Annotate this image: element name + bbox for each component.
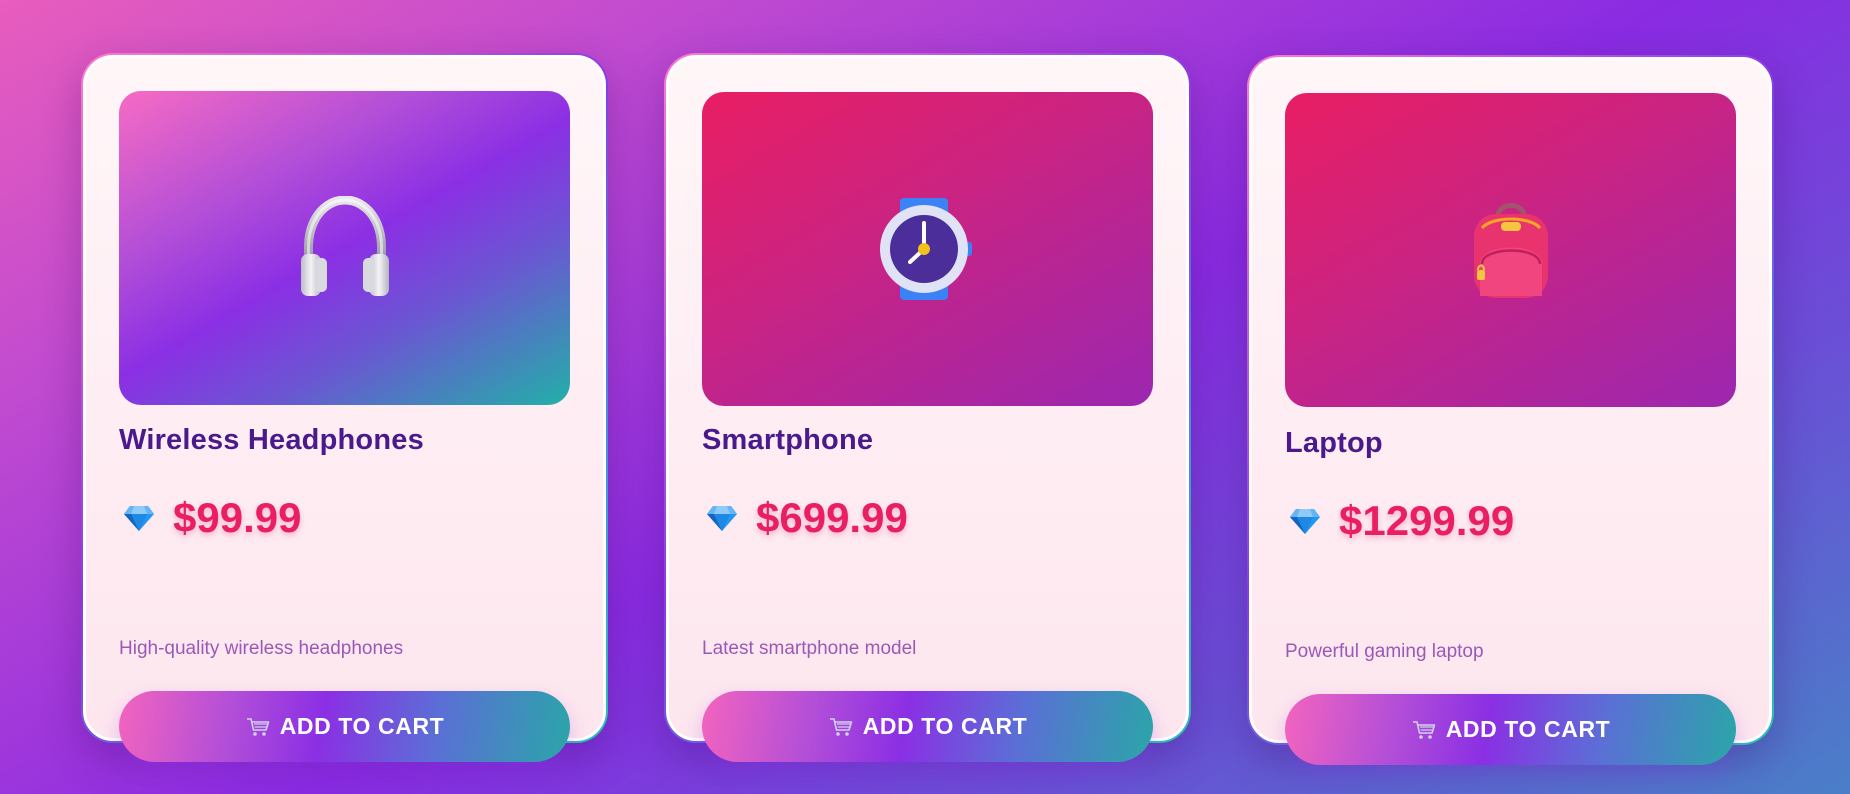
watch-icon <box>879 196 976 302</box>
product-price: $699.99 <box>756 494 908 541</box>
product-card-wireless-headphones: Wireless Headphones $99.99 High-quality … <box>81 53 608 762</box>
product-description: Latest smartphone model <box>702 638 917 659</box>
product-card-body: Laptop $1299.99 Powerful gaming laptop A… <box>1249 57 1772 765</box>
add-to-cart-label: ADD TO CART <box>279 713 445 739</box>
product-card-smartphone: Smartphone $699.99 Latest smartphone mod… <box>664 53 1191 762</box>
product-description: Powerful gaming laptop <box>1285 641 1484 662</box>
add-to-cart-button[interactable]: ADD TO CART <box>1285 694 1736 765</box>
gem-icon <box>119 498 159 538</box>
headphone-icon <box>295 196 395 300</box>
add-to-cart-label: ADD TO CART <box>1445 716 1611 742</box>
product-name: Smartphone <box>702 424 874 456</box>
product-image <box>702 92 1153 406</box>
price-row: $699.99 <box>702 488 908 548</box>
add-to-cart-label: ADD TO CART <box>862 713 1028 739</box>
gem-icon <box>702 498 742 538</box>
gem-icon <box>1285 501 1325 541</box>
add-to-cart-button[interactable]: ADD TO CART <box>119 691 570 762</box>
product-card-body: Wireless Headphones $99.99 High-quality … <box>83 55 606 762</box>
price-row: $99.99 <box>119 488 301 548</box>
product-card-body: Smartphone $699.99 Latest smartphone mod… <box>666 55 1189 762</box>
cart-icon <box>828 716 854 738</box>
add-to-cart-button[interactable]: ADD TO CART <box>702 691 1153 762</box>
product-image <box>1285 93 1736 407</box>
product-image <box>119 91 570 405</box>
cart-icon <box>245 716 271 738</box>
product-card-laptop: Laptop $1299.99 Powerful gaming laptop A… <box>1247 55 1774 765</box>
product-price: $99.99 <box>173 494 302 541</box>
backpack-icon <box>1468 198 1554 302</box>
product-description: High-quality wireless headphones <box>119 638 404 659</box>
product-grid: Wireless Headphones $99.99 High-quality … <box>0 0 1850 794</box>
cart-icon <box>1411 719 1437 741</box>
price-row: $1299.99 <box>1285 491 1514 551</box>
product-name: Laptop <box>1285 427 1383 459</box>
product-name: Wireless Headphones <box>119 424 424 456</box>
product-price: $1299.99 <box>1339 497 1515 544</box>
